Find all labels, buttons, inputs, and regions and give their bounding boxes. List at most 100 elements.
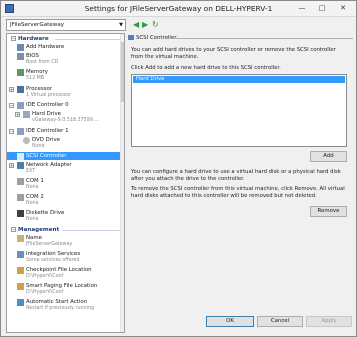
collapse-icon[interactable]: − — [11, 227, 16, 232]
settings-window: Settings for JFileServerGateway on DELL-… — [0, 0, 357, 337]
item-sub: Boot from CD — [26, 59, 59, 65]
item-sub: Some services offered — [26, 257, 80, 263]
item-name: Network Adapter — [26, 162, 72, 168]
drive-type-list[interactable]: Hard Drive — [131, 74, 347, 147]
toolbar: JFileServerGateway ▼ ◀ ▶ ↻ — [6, 18, 353, 33]
scrollbar-thumb[interactable] — [121, 42, 124, 102]
item-name: Checkpoint File Location — [26, 267, 92, 273]
sidebar-item-integration-services[interactable]: Integration Services Some services offer… — [7, 250, 124, 263]
sidebar-item-network-adapter[interactable]: + Network Adapter EXT — [7, 161, 124, 174]
item-name: Add Hardware — [26, 44, 65, 50]
com-port-icon — [17, 178, 24, 185]
list-item-hard-drive[interactable]: Hard Drive — [133, 76, 345, 83]
item-sub: vGateway-9.0.518.37599.... — [32, 117, 99, 123]
ok-button[interactable]: OK — [206, 316, 254, 327]
item-name: Memory — [26, 69, 48, 75]
processor-icon — [17, 86, 24, 93]
item-sub: 512 MB — [26, 75, 45, 81]
sidebar-item-automatic-start-action[interactable]: Automatic Start Action Restart if previo… — [7, 298, 124, 311]
sidebar-item-checkpoint-file-location[interactable]: Checkpoint File Location D:\HyperV\Conf — [7, 266, 124, 279]
item-name: COM 2 — [26, 194, 44, 200]
collapse-icon[interactable]: − — [9, 103, 14, 108]
add-button[interactable]: Add — [310, 151, 347, 162]
item-name: Hard Drive — [32, 111, 61, 117]
add-hardware-icon — [17, 44, 24, 51]
back-arrow-icon[interactable]: ◀ — [133, 19, 139, 30]
sidebar-item-name[interactable]: Name JFileServerGateway — [7, 234, 124, 247]
network-adapter-icon — [17, 162, 24, 169]
collapse-icon[interactable]: − — [9, 129, 14, 134]
item-name: IDE Controller 0 — [26, 102, 69, 108]
memory-icon — [17, 69, 24, 76]
item-sub: None — [26, 184, 39, 190]
item-name: Name — [26, 235, 42, 241]
settings-tree[interactable]: − Hardware Add Hardware BIOS Boot from CD… — [6, 33, 125, 333]
sidebar-item-com-2[interactable]: COM 2 None — [7, 193, 124, 206]
item-sub: None — [32, 143, 45, 149]
item-name: BIOS — [26, 53, 39, 59]
item-sub: EXT — [26, 168, 36, 174]
item-name: Processor — [26, 86, 52, 92]
sidebar-item-memory[interactable]: Memory 512 MB — [7, 68, 124, 81]
com-port-icon — [17, 194, 24, 201]
item-sub: D:\HyperV\Conf — [26, 289, 64, 295]
vm-selector-dropdown[interactable]: JFileServerGateway ▼ — [6, 19, 126, 31]
item-name: COM 1 — [26, 178, 44, 184]
sidebar-item-processor[interactable]: + Processor 1 Virtual processor — [7, 85, 124, 98]
name-tag-icon — [17, 235, 24, 242]
item-name: Smart Paging File Location — [26, 283, 98, 289]
remove-button[interactable]: Remove — [310, 206, 347, 217]
minimize-button[interactable]: — — [292, 3, 312, 14]
checkpoint-folder-icon — [17, 267, 24, 274]
smart-paging-folder-icon — [17, 283, 24, 290]
refresh-icon[interactable]: ↻ — [152, 19, 159, 30]
integration-services-icon — [17, 251, 24, 258]
cancel-button[interactable]: Cancel — [257, 316, 303, 327]
diskette-icon — [17, 210, 24, 217]
scsi-controller-icon — [128, 35, 134, 40]
expand-icon[interactable]: + — [9, 163, 14, 168]
panel-header: SCSI Controller — [128, 34, 353, 42]
item-name: DVD Drive — [32, 137, 60, 143]
item-name: IDE Controller 1 — [26, 128, 69, 134]
item-name: Diskette Drive — [26, 210, 65, 216]
item-name: SCSI Controller — [26, 153, 67, 159]
intro-text: You can add hard drives to your SCSI con… — [131, 47, 336, 60]
item-sub: JFileServerGateway — [26, 241, 73, 247]
sidebar-item-smart-paging-file-location[interactable]: Smart Paging File Location D:\HyperV\Con… — [7, 282, 124, 295]
scsi-controller-icon — [17, 153, 24, 160]
sidebar-item-bios[interactable]: BIOS Boot from CD — [7, 52, 124, 65]
item-sub: Restart if previously running — [26, 305, 95, 311]
forward-arrow-icon[interactable]: ▶ — [142, 19, 148, 30]
hard-drive-icon — [23, 111, 30, 118]
ide-controller-icon — [17, 128, 24, 135]
hardware-section-header[interactable]: − Hardware — [7, 35, 124, 43]
apply-button[interactable]: Apply — [306, 316, 352, 327]
vm-selector-value: JFileServerGateway — [10, 22, 65, 28]
sidebar-item-scsi-controller[interactable]: SCSI Controller — [7, 152, 124, 160]
click-add-text: Click Add to add a new hard drive to thi… — [131, 65, 281, 71]
sidebar-scrollbar[interactable] — [120, 34, 124, 332]
maximize-button[interactable]: □ — [312, 3, 332, 14]
sidebar-item-hard-drive[interactable]: + Hard Drive vGateway-9.0.518.37599.... — [13, 110, 124, 123]
configure-text: You can configure a hard drive to use a … — [131, 169, 341, 182]
bios-chip-icon — [17, 53, 24, 60]
item-sub: None — [26, 216, 39, 222]
sidebar-item-com-1[interactable]: COM 1 None — [7, 177, 124, 190]
ide-controller-icon — [17, 102, 24, 109]
sidebar-item-dvd-drive[interactable]: DVD Drive None — [13, 136, 124, 149]
item-sub: 1 Virtual processor — [26, 92, 72, 98]
collapse-icon[interactable]: − — [11, 36, 16, 41]
title-bar: Settings for JFileServerGateway on DELL-… — [1, 1, 356, 17]
management-section-header[interactable]: − Management — [7, 226, 124, 234]
automatic-start-icon — [17, 299, 24, 306]
item-name: Integration Services — [26, 251, 81, 257]
remove-text: To remove the SCSI controller from this … — [131, 186, 345, 199]
item-sub: None — [26, 200, 39, 206]
expand-icon[interactable]: + — [9, 87, 14, 92]
dvd-drive-icon — [23, 137, 30, 144]
sidebar-item-diskette-drive[interactable]: Diskette Drive None — [7, 209, 124, 222]
item-name: Automatic Start Action — [26, 299, 88, 305]
expand-icon[interactable]: + — [15, 112, 20, 117]
close-button[interactable]: ✕ — [332, 3, 354, 14]
